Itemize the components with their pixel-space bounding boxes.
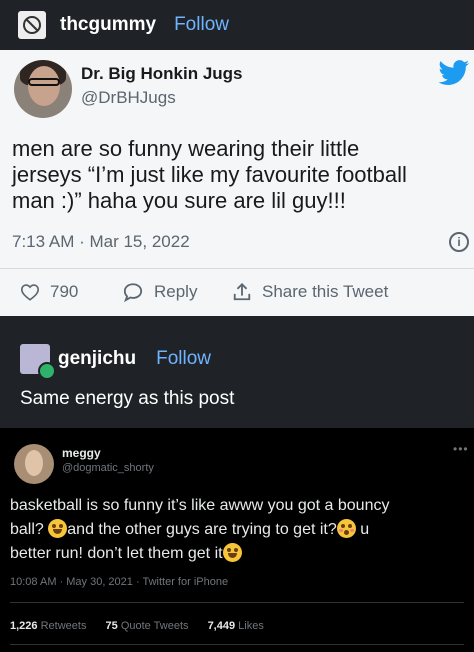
tweet-screenshot: Dr. Big Honkin Jugs @DrBHJugs men are so… xyxy=(0,50,474,316)
tweet-timestamp: 10:08 AM · May 30, 2021 · Twitter for iP… xyxy=(10,576,229,588)
zany-face-icon xyxy=(222,543,242,562)
tweet-text-line: man :)” haha you sure are lil guy!!! xyxy=(12,188,346,213)
tweet-text-segment: better run! don’t let them get it xyxy=(10,545,223,562)
tweet-text: men are so funny wearing their little je… xyxy=(12,136,470,214)
follow-button[interactable]: Follow xyxy=(174,14,229,36)
reply-bubble-icon xyxy=(123,283,143,302)
retweet-count: 1,226 xyxy=(10,620,38,632)
info-icon: i xyxy=(449,232,469,252)
grinning-face-icon xyxy=(48,519,68,538)
follow-button[interactable]: Follow xyxy=(156,348,211,370)
tweet-text-line: men are so funny wearing their little xyxy=(12,136,360,161)
tweet-handle: @DrBHJugs xyxy=(81,88,176,107)
reblog-username[interactable]: genjichu xyxy=(58,348,136,370)
tweet-text-line: jerseys “I’m just like my favourite foot… xyxy=(12,162,407,187)
tweet-text-line: basketball is so funny it’s like awww yo… xyxy=(10,497,390,514)
share-icon xyxy=(233,282,251,301)
tweet-text-line: better run! don’t let them get it xyxy=(10,542,468,566)
tweet-text-segment: ball? xyxy=(10,521,44,538)
tweet-actions: 790 Reply Share this Tweet xyxy=(0,282,474,308)
reply-label: Reply xyxy=(154,282,198,301)
reblog-badge-icon xyxy=(38,362,56,380)
tweet-text-segment: u xyxy=(360,521,370,538)
quote-label: Quote Tweets xyxy=(120,620,189,632)
reblog-header: genjichu Follow xyxy=(0,336,474,382)
avatar[interactable] xyxy=(18,11,46,39)
divider xyxy=(10,602,464,603)
tweet-avatar xyxy=(14,444,54,484)
like-count: 790 xyxy=(50,282,79,301)
quote-count: 75 xyxy=(105,620,118,632)
tweet-display-name: meggy xyxy=(62,446,101,460)
tweet-screenshot-dark: meggy @dogmatic_shorty ••• basketball is… xyxy=(0,428,474,652)
avatar[interactable] xyxy=(20,344,56,380)
share-label: Share this Tweet xyxy=(262,282,389,301)
tweet-avatar xyxy=(14,60,72,118)
retweet-label: Retweets xyxy=(40,620,87,632)
share-action: Share this Tweet xyxy=(232,282,388,302)
reblog-text: Same energy as this post xyxy=(20,388,235,409)
tweet-text-line: ball? and the other guys are trying to g… xyxy=(10,518,468,542)
tweet-stats: 1,226 Retweets 75 Quote Tweets 7,449 Lik… xyxy=(10,620,280,632)
tweet-text: basketball is so funny it’s like awww yo… xyxy=(10,494,468,566)
like-action: 790 xyxy=(20,282,78,302)
divider xyxy=(10,644,464,645)
more-options-icon: ••• xyxy=(453,442,469,456)
tweet-handle: @dogmatic_shorty xyxy=(62,462,154,474)
heart-icon xyxy=(20,284,40,301)
post-header: thcgummy Follow xyxy=(0,0,474,50)
divider xyxy=(0,268,474,269)
tweet-text-segment: and the other guys are trying to get it? xyxy=(67,521,337,538)
like-label: Likes xyxy=(238,620,264,632)
twitter-bird-icon xyxy=(438,60,470,85)
tweet-display-name: Dr. Big Honkin Jugs xyxy=(81,64,243,83)
flushed-face-icon xyxy=(336,519,356,538)
like-count: 7,449 xyxy=(207,620,236,632)
reply-action: Reply xyxy=(122,282,197,302)
post-username[interactable]: thcgummy xyxy=(60,14,156,36)
no-entry-icon xyxy=(23,16,41,34)
tweet-timestamp: 7:13 AM · Mar 15, 2022 xyxy=(12,232,190,251)
